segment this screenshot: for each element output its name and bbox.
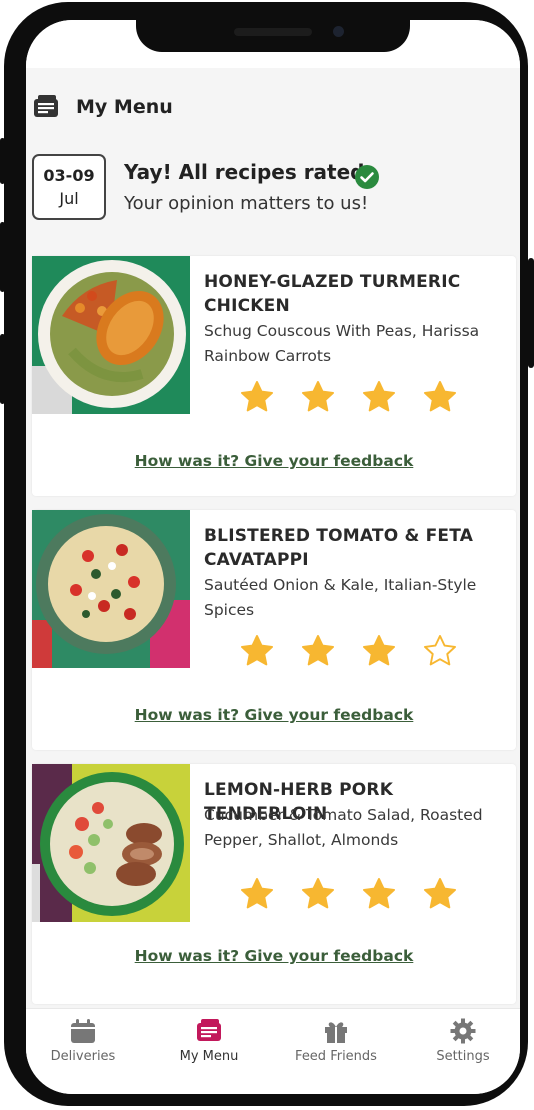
check-circle-icon bbox=[354, 164, 380, 194]
phone-frame: My Menu 03-09 Jul Yay! All recipes rated… bbox=[4, 2, 528, 1106]
rated-subtitle: Your opinion matters to us! bbox=[124, 193, 369, 214]
tab-feed-friends[interactable]: Feed Friends bbox=[281, 1017, 391, 1064]
recipe-image bbox=[32, 510, 190, 668]
star-filled-icon[interactable] bbox=[360, 875, 398, 913]
recipe-image bbox=[32, 764, 190, 922]
menu-card-icon bbox=[32, 94, 60, 124]
menu-card-icon bbox=[197, 1019, 221, 1041]
star-filled-icon[interactable] bbox=[421, 875, 459, 913]
feedback-link[interactable]: How was it? Give your feedback bbox=[32, 452, 516, 470]
star-filled-icon[interactable] bbox=[299, 378, 337, 416]
star-filled-icon[interactable] bbox=[238, 875, 276, 913]
page-header: My Menu bbox=[26, 84, 520, 134]
tab-deliveries[interactable]: Deliveries bbox=[28, 1017, 138, 1064]
star-filled-icon[interactable] bbox=[360, 632, 398, 670]
calendar-icon bbox=[71, 1019, 95, 1043]
recipe-title: HONEY-GLAZED TURMERIC CHICKEN bbox=[204, 272, 461, 316]
recipe-card[interactable]: BLISTERED TOMATO & FETA CAVATAPPI Sautée… bbox=[32, 510, 516, 750]
tab-label: Settings bbox=[436, 1049, 490, 1064]
page-title: My Menu bbox=[76, 96, 173, 118]
app-screen: My Menu 03-09 Jul Yay! All recipes rated… bbox=[26, 20, 520, 1094]
tab-settings[interactable]: Settings bbox=[408, 1017, 518, 1064]
gift-icon bbox=[325, 1022, 347, 1043]
recipe-card[interactable]: LEMON-HERB PORK TENDERLOIN Cucumber & To… bbox=[32, 764, 516, 1004]
volume-down-button bbox=[0, 334, 5, 404]
recipe-subtitle: Cucumber & Tomato Salad, Roasted Pepper,… bbox=[204, 806, 483, 849]
gear-icon bbox=[450, 1018, 476, 1044]
volume-up-button bbox=[0, 222, 5, 292]
tab-my-menu[interactable]: My Menu bbox=[154, 1017, 264, 1064]
power-button bbox=[528, 258, 534, 368]
tab-label: Deliveries bbox=[50, 1049, 116, 1064]
notch bbox=[136, 20, 410, 52]
recipe-card[interactable]: HONEY-GLAZED TURMERIC CHICKEN Schug Cous… bbox=[32, 256, 516, 496]
star-empty-icon[interactable] bbox=[421, 632, 459, 670]
recipe-image bbox=[32, 256, 190, 414]
feedback-link[interactable]: How was it? Give your feedback bbox=[32, 706, 516, 724]
week-date-range: 03-09 bbox=[43, 166, 95, 185]
mute-switch bbox=[0, 138, 5, 184]
recipe-title: BLISTERED TOMATO & FETA CAVATAPPI bbox=[204, 526, 474, 570]
camera bbox=[333, 26, 344, 37]
star-filled-icon[interactable] bbox=[299, 632, 337, 670]
star-filled-icon[interactable] bbox=[238, 632, 276, 670]
star-filled-icon[interactable] bbox=[238, 378, 276, 416]
week-date-badge: 03-09 Jul bbox=[32, 154, 106, 220]
speaker bbox=[234, 28, 312, 36]
star-filled-icon[interactable] bbox=[360, 378, 398, 416]
tab-label: My Menu bbox=[179, 1049, 239, 1064]
feedback-link[interactable]: How was it? Give your feedback bbox=[32, 947, 516, 965]
star-filled-icon[interactable] bbox=[299, 875, 337, 913]
recipe-subtitle: Schug Couscous With Peas, Harissa Rainbo… bbox=[204, 322, 480, 365]
bottom-tab-bar: Deliveries My Menu Feed Friends Settings bbox=[26, 1008, 520, 1094]
rated-title: Yay! All recipes rated bbox=[124, 160, 365, 184]
recipe-subtitle: Sautéed Onion & Kale, Italian-Style Spic… bbox=[204, 576, 477, 619]
tab-label: Feed Friends bbox=[295, 1049, 377, 1064]
star-filled-icon[interactable] bbox=[421, 378, 459, 416]
week-month: Jul bbox=[59, 189, 79, 208]
